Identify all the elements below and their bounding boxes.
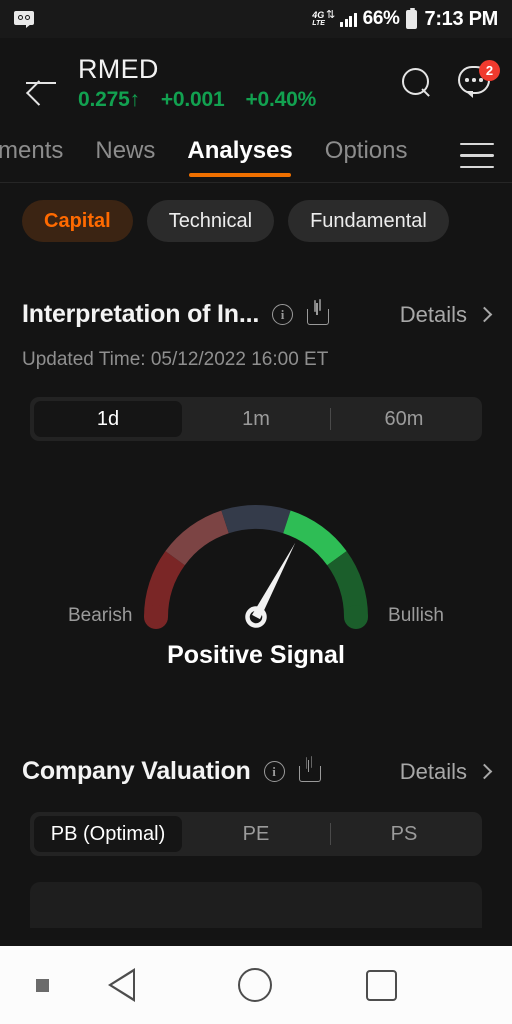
main-content: Interpretation of In... i Details Update… xyxy=(0,300,512,928)
price-change: +0.001 xyxy=(160,88,225,111)
status-bar-clock: 7:13 PM xyxy=(424,7,499,30)
valuation-pe[interactable]: PE xyxy=(182,816,330,852)
nav-recents-square-icon[interactable] xyxy=(366,969,397,1001)
tab-news[interactable]: News xyxy=(95,137,155,175)
app-bar-actions: 2 xyxy=(402,60,500,100)
interpretation-details-link[interactable]: Details xyxy=(399,301,493,328)
chip-capital[interactable]: Capital xyxy=(22,200,133,242)
timeframe-60m[interactable]: 60m xyxy=(330,401,478,437)
gauge-segment xyxy=(221,505,291,534)
details-label: Details xyxy=(399,758,467,784)
search-icon[interactable] xyxy=(402,68,432,98)
battery-icon xyxy=(405,7,417,29)
share-icon[interactable] xyxy=(307,305,330,325)
timeframe-segmented-control: 1d 1m 60m xyxy=(30,397,482,441)
square-dot-icon[interactable] xyxy=(36,978,49,992)
sentiment-gauge-chart: Bearish Bullish Positive Signal xyxy=(22,489,490,719)
gauge-label-bearish: Bearish xyxy=(68,605,133,626)
chat-badge: 2 xyxy=(479,60,500,81)
valuation-segmented-control: PB (Optimal) PE PS xyxy=(30,812,482,856)
gauge-segment xyxy=(165,510,230,566)
share-icon[interactable] xyxy=(298,762,321,782)
top-tab-bar: ments News Analyses Options xyxy=(0,128,512,183)
info-icon[interactable]: i xyxy=(263,761,285,782)
voicemail-icon xyxy=(14,10,36,28)
price-change-percent: +0.40% xyxy=(245,88,317,111)
price-value: 0.275↑ xyxy=(78,88,140,111)
gauge-end-cap xyxy=(344,605,368,629)
tab-analyses[interactable]: Analyses xyxy=(187,137,293,177)
signal-text: Positive Signal xyxy=(167,641,345,669)
valuation-card-peek xyxy=(30,882,482,928)
data-arrows-icon: ⇅ xyxy=(325,9,335,21)
signal-bars-icon xyxy=(340,12,357,27)
status-bar-right: 4G LTE ⇅ 66% 7:13 PM xyxy=(312,7,499,31)
network-label: 4G LTE xyxy=(312,10,325,28)
category-chip-row: Capital Technical Fundamental xyxy=(0,183,512,262)
valuation-details-link[interactable]: Details xyxy=(399,758,493,785)
segment-divider xyxy=(330,823,332,845)
tab-options[interactable]: Options xyxy=(325,137,408,175)
gauge-svg xyxy=(144,505,368,629)
valuation-header: Company Valuation i Details xyxy=(22,757,493,786)
gauge-label-bullish: Bullish xyxy=(388,605,444,626)
android-nav-bar xyxy=(0,946,512,1024)
gauge-end-cap xyxy=(144,605,168,629)
back-arrow-icon[interactable] xyxy=(22,63,62,103)
battery-percent: 66% xyxy=(362,8,400,29)
quote-row: 0.275↑ +0.001 +0.40% xyxy=(78,88,402,112)
valuation-title: Company Valuation xyxy=(22,757,251,785)
phone-screen: 4G LTE ⇅ 66% 7:13 PM RMED 0.275↑ +0.001 … xyxy=(0,0,512,1024)
interpretation-header: Interpretation of In... i Details xyxy=(22,300,493,329)
details-label: Details xyxy=(399,301,467,327)
valuation-ps[interactable]: PS xyxy=(330,816,478,852)
chevron-right-icon xyxy=(476,763,493,780)
chat-bubble-icon[interactable]: 2 xyxy=(458,60,500,100)
status-bar: 4G LTE ⇅ 66% 7:13 PM xyxy=(0,0,512,38)
network-4g-icon: 4G LTE ⇅ xyxy=(312,9,335,28)
timeframe-1d[interactable]: 1d xyxy=(34,401,182,437)
app-bar: RMED 0.275↑ +0.001 +0.40% 2 xyxy=(0,38,512,128)
nav-home-circle-icon[interactable] xyxy=(238,968,272,1002)
nav-back-triangle-icon[interactable] xyxy=(108,968,135,1002)
chip-fundamental[interactable]: Fundamental xyxy=(288,200,449,242)
segment-divider xyxy=(330,408,332,430)
hamburger-menu-icon[interactable] xyxy=(460,142,494,169)
gauge-segment xyxy=(282,510,347,566)
chevron-right-icon xyxy=(476,306,493,323)
interpretation-title: Interpretation of In... xyxy=(22,300,260,328)
ticker-block: RMED 0.275↑ +0.001 +0.40% xyxy=(78,54,402,112)
ticker-symbol: RMED xyxy=(78,54,159,84)
info-icon[interactable]: i xyxy=(272,304,294,325)
updated-time: Updated Time: 05/12/2022 16:00 ET xyxy=(22,349,329,370)
tab-documents[interactable]: ments xyxy=(0,137,63,175)
chip-technical[interactable]: Technical xyxy=(146,200,275,242)
valuation-pb[interactable]: PB (Optimal) xyxy=(34,816,182,852)
status-bar-left xyxy=(14,10,312,28)
timeframe-1m[interactable]: 1m xyxy=(182,401,330,437)
